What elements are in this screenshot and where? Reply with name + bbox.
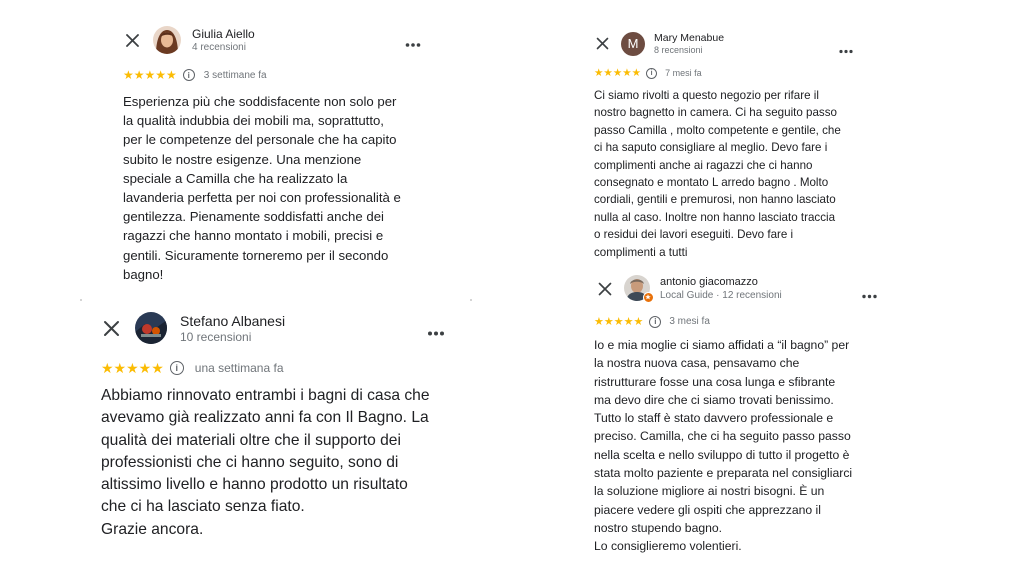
review-date: 3 mesi fa: [669, 316, 710, 327]
review-text-line: ristrutturare fosse una cosa lunga e sfi…: [594, 374, 836, 389]
review-text-line: qualità dei materiali oltre che il suppo…: [101, 431, 401, 449]
review-text-line: Abbiamo rinnovato entrambi i bagni di ca…: [101, 387, 430, 404]
review-text-line: consegnato e montato L arredo bagno . Mo…: [594, 176, 829, 190]
star-rating: ★★★★★: [594, 316, 644, 328]
review-text-line: speciale a Camilla che ha realizzato la: [123, 170, 348, 186]
avatar[interactable]: [153, 26, 181, 54]
review-text-line: nella scelta e nello sviluppo di tutto i…: [594, 447, 850, 462]
review-text-line: gentilezza. Pienamente soddisfatti anche…: [123, 209, 384, 225]
rating-row: ★★★★★ i 7 mesi fa: [594, 67, 702, 79]
more-options-icon[interactable]: [427, 324, 445, 342]
review-text: Io e mia moglie ci siamo affidati a “il …: [594, 336, 852, 556]
divider-dot: [470, 299, 472, 301]
review-text-line: nostro bagnetto in camera. Ci ha seguito…: [594, 106, 837, 120]
info-icon[interactable]: i: [649, 315, 662, 328]
review-text-line: piacere vedere gli ospiti che apprezzano…: [594, 502, 821, 517]
review-text-line: preciso. Camilla, che ci ha seguito pass…: [594, 429, 851, 444]
more-options-icon[interactable]: [839, 41, 853, 59]
review-text-line: nulla al caso. Inoltre non hanno lasciat…: [594, 210, 836, 224]
reviewer-name[interactable]: Stefano Albanesi: [180, 313, 285, 329]
reviewer-review-count: 4 recensioni: [192, 42, 246, 53]
rating-row: ★★★★★ i 3 settimane fa: [123, 68, 267, 82]
review-text-line: la qualità indubbia dei mobili ma, sopra…: [123, 113, 384, 129]
review-text-line: ci ha saputo consigliare al meglio. Devo…: [594, 141, 828, 155]
review-text-line: la nostra nuova casa, pensavamo che: [594, 356, 800, 371]
star-rating: ★★★★★: [123, 68, 177, 82]
close-icon[interactable]: [103, 320, 120, 337]
review-text: Ci siamo rivolti a questo negozio per ri…: [594, 87, 841, 261]
review-text-line: bagno!: [123, 266, 164, 282]
reviewer-review-count: 10 recensioni: [180, 330, 252, 344]
info-icon[interactable]: i: [169, 361, 184, 375]
review-date: 7 mesi fa: [665, 68, 702, 78]
reviewer-name[interactable]: Giulia Aiello: [192, 27, 255, 41]
review-text-line: altissimo livello e hanno prodotto un ri…: [101, 476, 408, 494]
review-text-line: o residui dei lavori eseguiti. Devo fare…: [594, 228, 794, 242]
review-text-line: nostro stupendo bagno.: [594, 520, 723, 535]
review-date: 3 settimane fa: [203, 69, 267, 81]
divider-dot: [80, 299, 82, 301]
review-text-line: ragazzi che hanno montato i mobili, prec…: [123, 228, 384, 244]
avatar[interactable]: [135, 312, 167, 344]
review-text-line: complimenti a tutti: [594, 245, 688, 259]
review-text-line: cordiali, gentili e premurosi, non hanno…: [594, 193, 836, 207]
review-text-line: subito le nostre esigenze. Una menzione: [123, 151, 362, 167]
more-options-icon[interactable]: [405, 35, 421, 53]
review-text: Esperienza più che soddisfacente non sol…: [123, 92, 401, 284]
reviewer-review-count: 8 recensioni: [654, 45, 703, 55]
review-text-line: Esperienza più che soddisfacente non sol…: [123, 94, 397, 109]
reviewer-name[interactable]: antonio giacomazzo: [660, 276, 758, 288]
avatar[interactable]: M: [621, 32, 645, 56]
review-text-line: Tutto lo staff è stato davvero professio…: [594, 411, 834, 426]
rating-row: ★★★★★ i 3 mesi fa: [594, 315, 710, 328]
review-text-line: la soluzione migliore ai nostri bisogni.…: [594, 484, 825, 499]
review-text-line: passo Camilla , molto competente e genti…: [594, 123, 841, 137]
review-text-line: lavanderia perfetta per noi con professi…: [123, 190, 401, 206]
local-guide-badge-icon: [643, 292, 654, 303]
close-icon[interactable]: [598, 282, 612, 296]
review-text-line: professionisti che ci hanno seguito, son…: [101, 453, 399, 471]
review-text-line: Ci siamo rivolti a questo negozio per ri…: [594, 89, 819, 102]
review-text-line: Io e mia moglie ci siamo affidati a “il …: [594, 338, 850, 352]
review-text-line: gentili. Sicuramente torneremo per il se…: [123, 247, 389, 263]
star-rating: ★★★★★: [594, 67, 642, 79]
review-text-line: che ci ha lasciato senza fiato.: [101, 498, 305, 516]
reviewer-name[interactable]: Mary Menabue: [654, 32, 724, 44]
review-text-line: per le competenze del personale che ha c…: [123, 132, 397, 148]
review-text-line: ma devo dire che ci siamo trovati beniss…: [594, 392, 834, 407]
info-icon[interactable]: i: [182, 69, 195, 81]
review-text-line: Lo consiglieremo volentieri.: [594, 539, 742, 554]
review-date: una settimana fa: [194, 361, 284, 375]
review-text-line: Grazie ancora.: [101, 520, 204, 538]
rating-row: ★★★★★ i una settimana fa: [101, 360, 284, 376]
review-text: Abbiamo rinnovato entrambi i bagni di ca…: [101, 385, 430, 541]
reviewer-review-count: Local Guide · 12 recensioni: [660, 290, 782, 301]
close-icon[interactable]: [596, 37, 609, 50]
more-options-icon[interactable]: [862, 286, 877, 304]
review-text-line: avevamo già realizzato anni fa con Il Ba…: [101, 409, 429, 427]
close-icon[interactable]: [125, 33, 140, 48]
review-text-line: stata molto paziente e preparata nel con…: [594, 466, 853, 481]
review-text-line: complimenti anche ai ragazzi che ci hann…: [594, 158, 813, 172]
info-icon[interactable]: i: [646, 67, 658, 79]
avatar-letter: M: [627, 36, 639, 51]
star-rating: ★★★★★: [101, 359, 164, 376]
